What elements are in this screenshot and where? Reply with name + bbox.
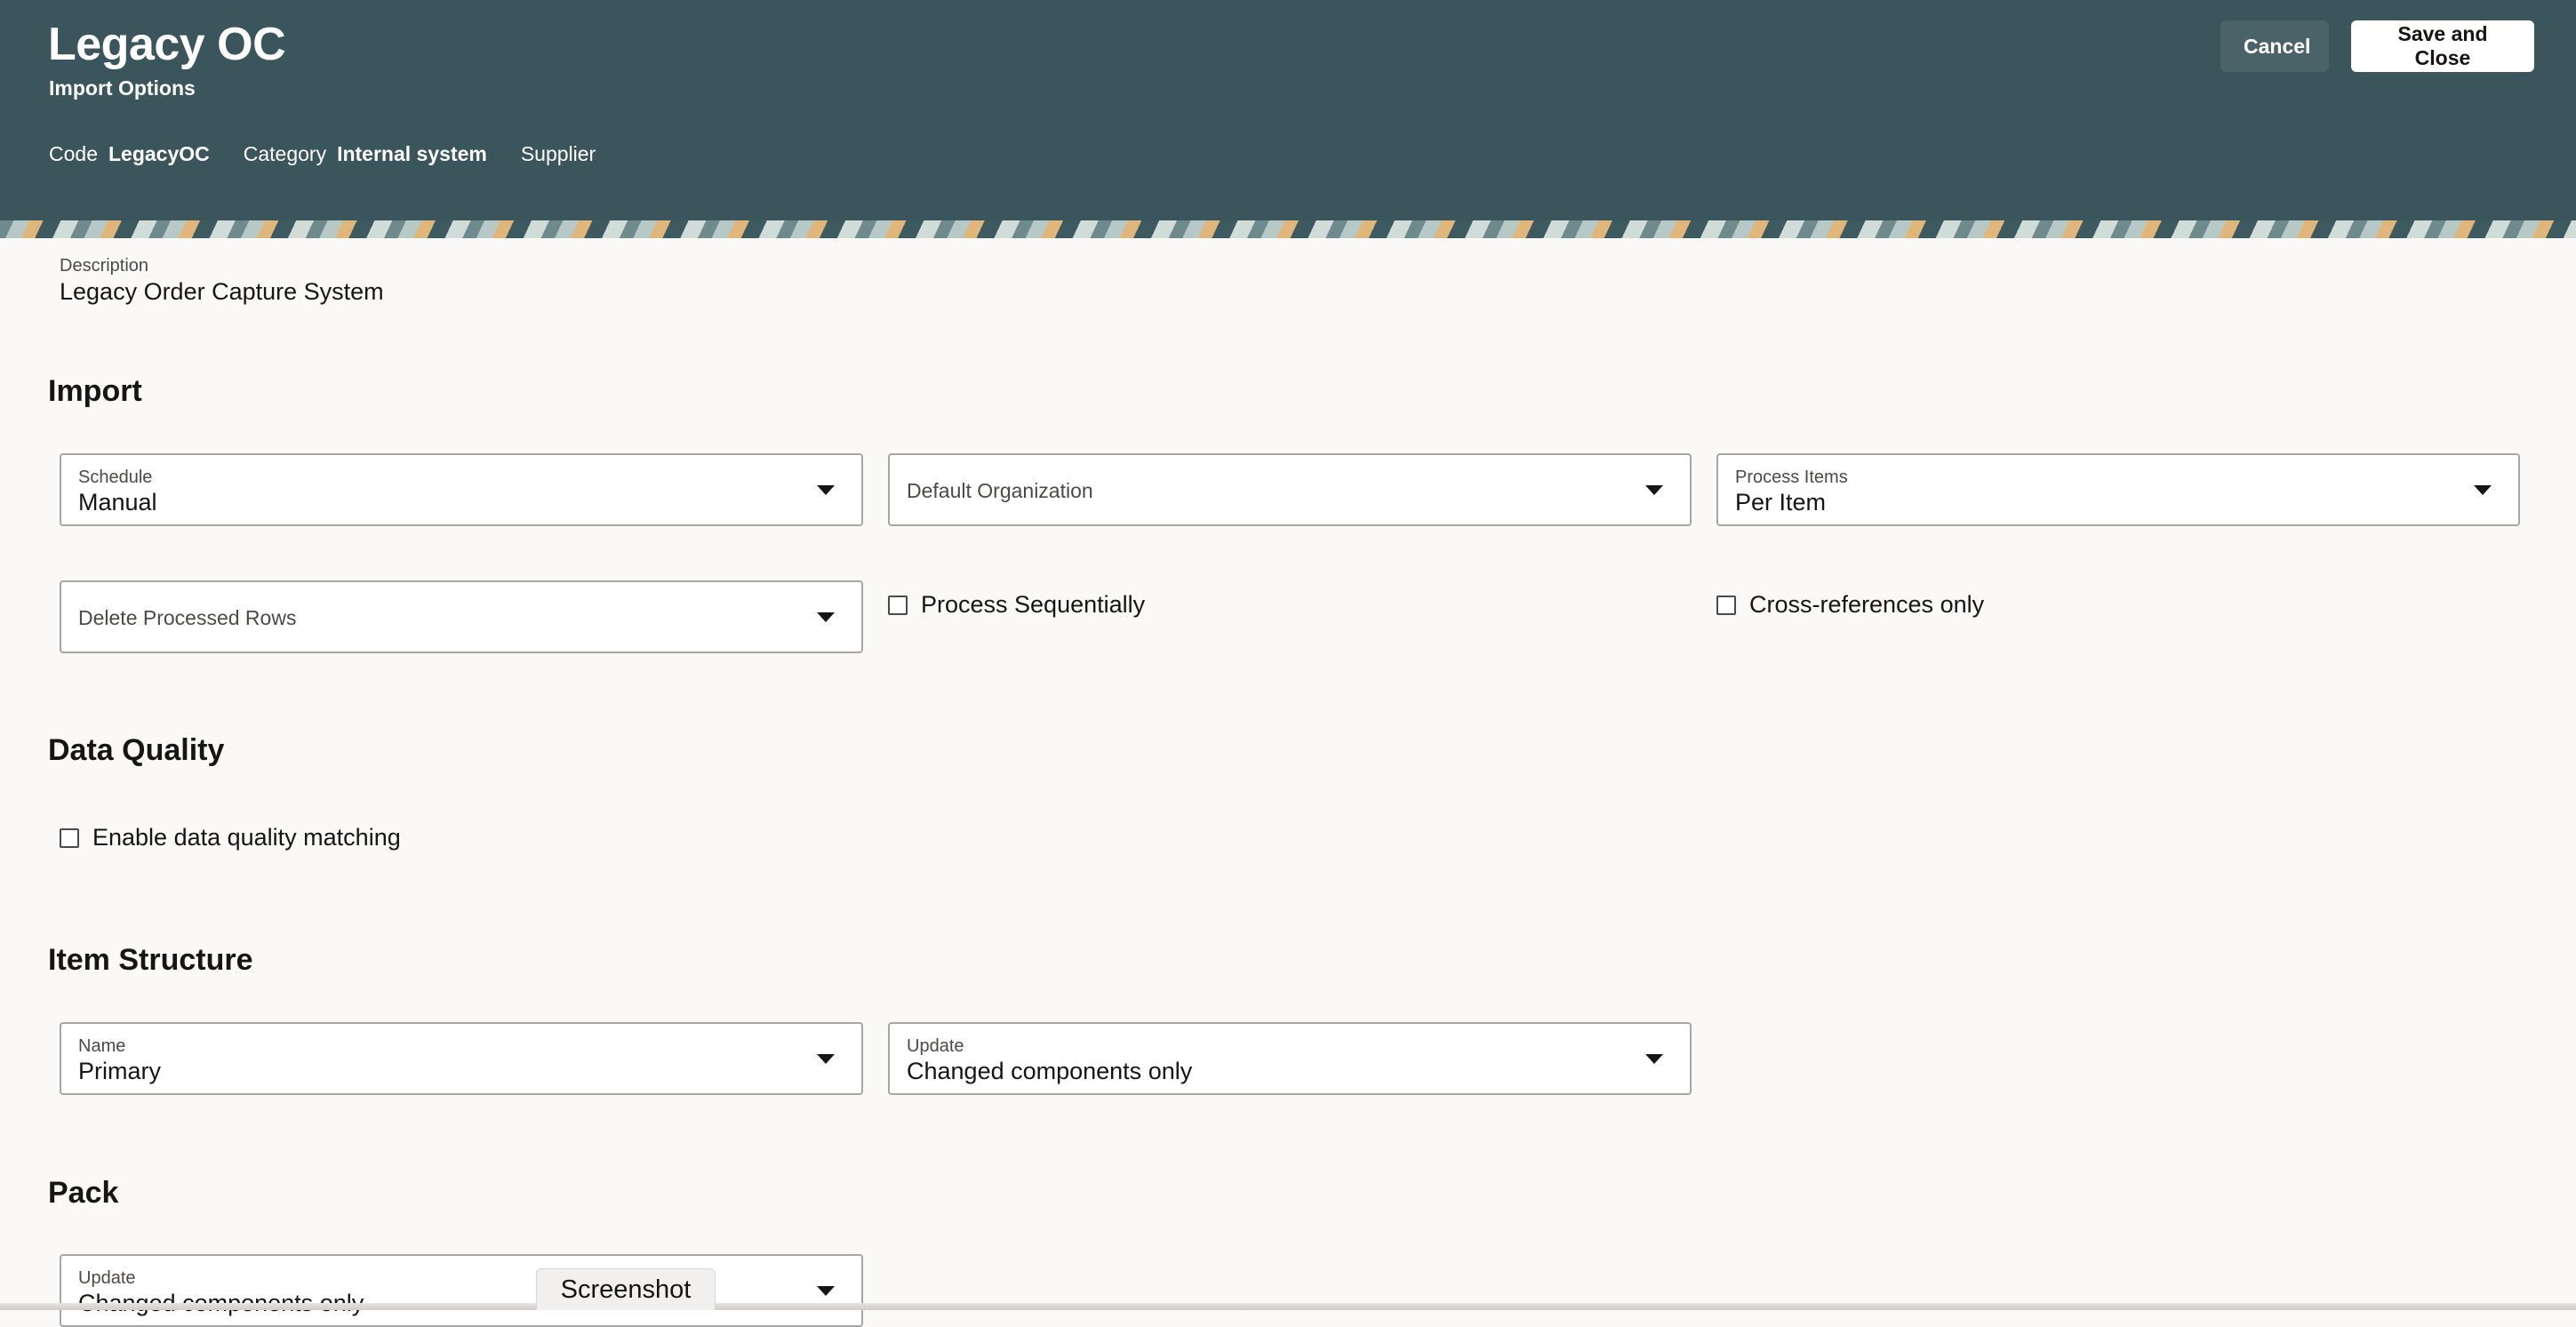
default-organization-select[interactable]: Default Organization bbox=[888, 453, 1692, 526]
process-items-value: Per Item bbox=[1735, 489, 1827, 516]
header-meta: Code LegacyOC Category Internal system S… bbox=[49, 142, 596, 166]
process-sequentially-checkbox[interactable]: Process Sequentially bbox=[888, 591, 1145, 619]
screenshot-tab[interactable]: Screenshot bbox=[536, 1268, 716, 1310]
cancel-button[interactable]: Cancel bbox=[2220, 20, 2329, 72]
chevron-down-icon bbox=[817, 1286, 835, 1296]
section-title-item-structure: Item Structure bbox=[48, 943, 253, 977]
page-subtitle: Import Options bbox=[49, 76, 196, 100]
category-value: Internal system bbox=[337, 142, 487, 165]
process-items-label: Process Items bbox=[1735, 468, 1848, 487]
process-sequentially-label: Process Sequentially bbox=[921, 591, 1146, 618]
section-title-pack: Pack bbox=[48, 1176, 119, 1210]
cross-references-only-checkbox[interactable]: Cross-references only bbox=[1716, 591, 1984, 619]
checkbox-icon[interactable] bbox=[888, 595, 908, 615]
schedule-label: Schedule bbox=[78, 468, 153, 487]
code-value: LegacyOC bbox=[108, 142, 210, 165]
checkbox-icon[interactable] bbox=[1716, 595, 1736, 615]
process-items-select[interactable]: Process Items Per Item bbox=[1716, 453, 2520, 526]
schedule-select[interactable]: Schedule Manual bbox=[60, 453, 863, 526]
enable-data-quality-matching-checkbox[interactable]: Enable data quality matching bbox=[60, 824, 401, 851]
structure-update-value: Changed components only bbox=[907, 1058, 1193, 1084]
structure-name-label: Name bbox=[78, 1036, 126, 1056]
decorative-banner bbox=[0, 220, 2576, 238]
pack-update-label: Update bbox=[78, 1268, 136, 1288]
description-label: Description bbox=[60, 256, 149, 276]
bottom-edge bbox=[0, 1303, 2576, 1310]
checkbox-icon[interactable] bbox=[60, 827, 79, 848]
structure-name-select[interactable]: Name Primary bbox=[60, 1022, 863, 1095]
section-title-data-quality: Data Quality bbox=[48, 733, 225, 767]
type-value: Supplier bbox=[520, 142, 596, 165]
code-label: Code bbox=[49, 142, 98, 165]
pack-update-select[interactable]: Update Changed components only bbox=[60, 1254, 863, 1327]
enable-data-quality-matching-label: Enable data quality matching bbox=[92, 824, 401, 851]
category-label: Category bbox=[243, 142, 327, 165]
chevron-down-icon bbox=[817, 485, 835, 495]
cross-references-only-label: Cross-references only bbox=[1749, 591, 1985, 618]
structure-update-select[interactable]: Update Changed components only bbox=[888, 1022, 1692, 1095]
delete-processed-rows-select[interactable]: Delete Processed Rows bbox=[60, 580, 863, 653]
page-header: Legacy OC Import Options Code LegacyOC C… bbox=[0, 0, 2576, 220]
delete-processed-rows-placeholder: Delete Processed Rows bbox=[78, 606, 297, 629]
structure-update-label: Update bbox=[907, 1036, 964, 1056]
save-and-close-button[interactable]: Save and Close bbox=[2351, 20, 2534, 72]
chevron-down-icon bbox=[1645, 1054, 1663, 1064]
chevron-down-icon bbox=[817, 612, 835, 622]
chevron-down-icon bbox=[1645, 485, 1663, 495]
structure-name-value: Primary bbox=[78, 1058, 161, 1084]
section-title-import: Import bbox=[48, 374, 142, 408]
schedule-value: Manual bbox=[78, 489, 157, 516]
chevron-down-icon bbox=[817, 1054, 835, 1064]
description-value: Legacy Order Capture System bbox=[60, 278, 384, 305]
chevron-down-icon bbox=[2474, 485, 2492, 495]
page-title: Legacy OC bbox=[48, 19, 286, 70]
default-organization-placeholder: Default Organization bbox=[907, 479, 1093, 502]
